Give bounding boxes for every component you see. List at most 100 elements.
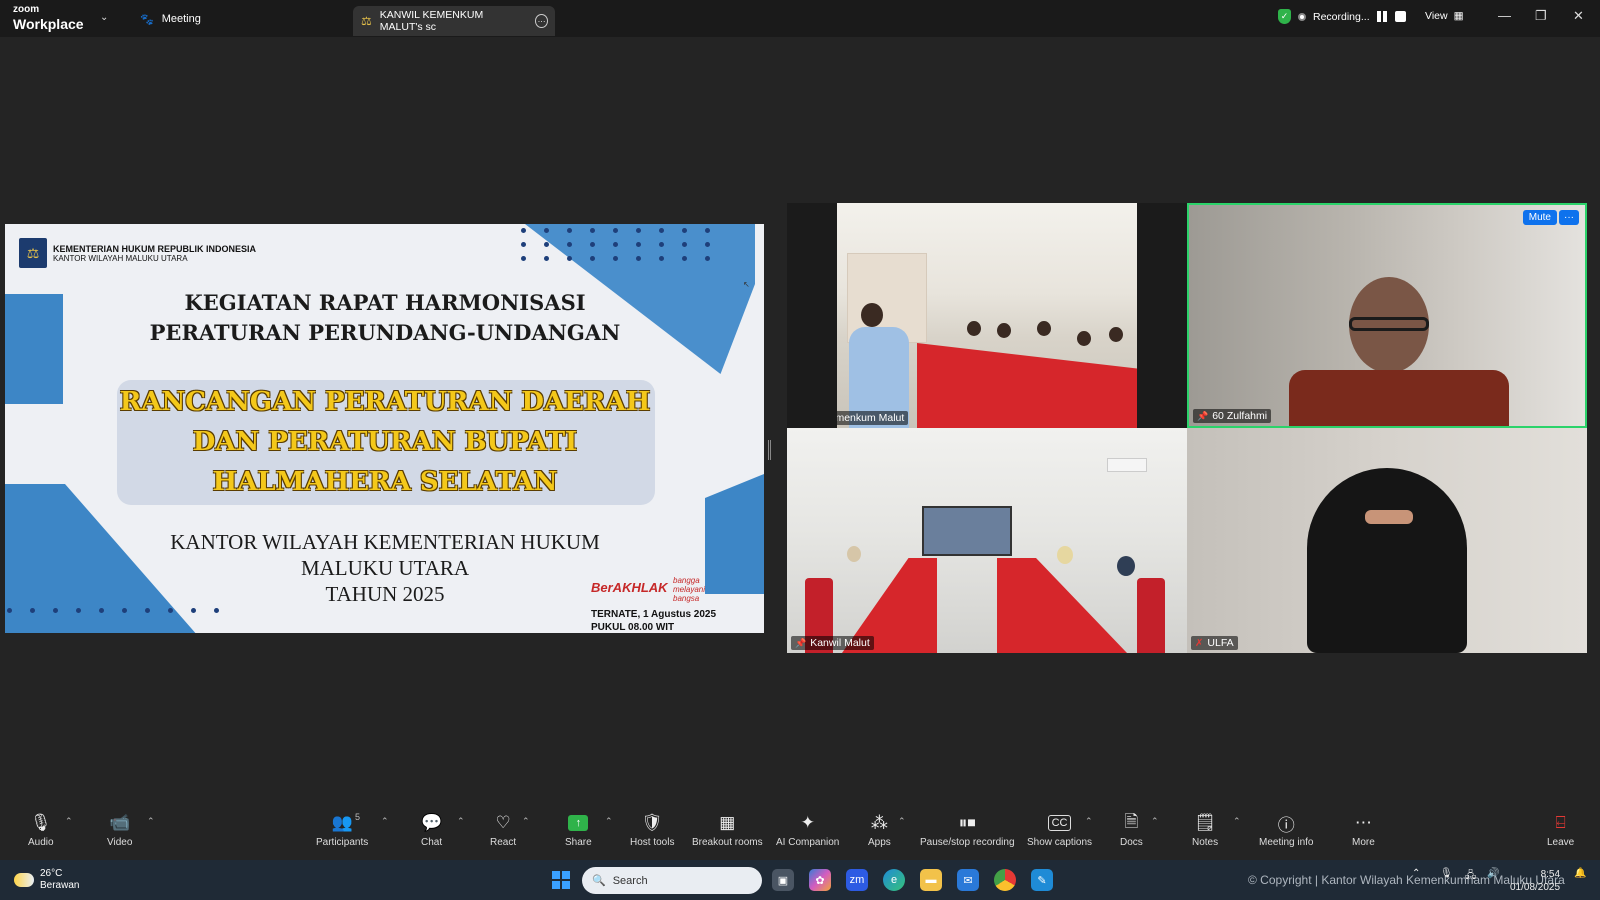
- security-shield-icon[interactable]: ✓: [1278, 9, 1291, 24]
- audio-options-chevron-icon[interactable]: ⌃: [65, 816, 73, 827]
- breakout-rooms-button[interactable]: ▦ Breakout rooms: [692, 812, 763, 848]
- windows-taskbar: 26°C Berawan 🔍 Search ▣ ✿ zm e ▬ ✉ ✎ © C…: [0, 860, 1600, 900]
- shared-screen[interactable]: ⚖ KEMENTERIAN HUKUM REPUBLIK INDONESIA K…: [5, 224, 764, 633]
- share-button[interactable]: ↑ Share: [565, 812, 592, 848]
- view-button[interactable]: View ▦: [1425, 10, 1464, 22]
- org-line2: KANTOR WILAYAH MALUKU UTARA: [53, 253, 188, 263]
- video-tile-kemenkum-malut[interactable]: ✗ 📌 Kemenkum Malut: [837, 203, 1137, 428]
- whiteboard-icon[interactable]: ✎: [1031, 869, 1053, 891]
- chrome-icon[interactable]: [994, 869, 1016, 891]
- tray-mic-icon[interactable]: 🎙: [1440, 868, 1453, 879]
- close-icon[interactable]: ✕: [1573, 8, 1584, 24]
- apps-label: Apps: [868, 837, 891, 848]
- taskbar-clock[interactable]: 8:54 01/08/2025: [1510, 868, 1560, 894]
- taskbar-search[interactable]: 🔍 Search: [582, 867, 762, 894]
- tab-meeting[interactable]: 🐾 Meeting: [140, 8, 201, 30]
- show-captions-button[interactable]: CC Show captions: [1027, 812, 1092, 848]
- kemenkum-logo-icon: ⚖: [361, 14, 372, 28]
- weather-cloud-icon: [14, 873, 34, 887]
- microphone-icon: 🎙: [29, 813, 52, 832]
- react-label: React: [490, 837, 517, 848]
- weather-widget[interactable]: 26°C Berawan: [14, 868, 79, 892]
- participants-icon: 👥: [331, 813, 353, 832]
- mute-button[interactable]: Mute: [1522, 210, 1557, 225]
- host-tools-button[interactable]: 🛡 Host tools: [630, 812, 674, 848]
- more-icon: ⋯: [1354, 813, 1372, 832]
- participant-name: Kemenkum Malut: [837, 412, 905, 424]
- tile-more-button[interactable]: ···: [1559, 210, 1579, 225]
- rancangan-line2: DAN PERATURAN BUPATI: [192, 427, 578, 457]
- participant-name: ULFA: [1207, 637, 1234, 649]
- meeting-info-button[interactable]: ⓘ Meeting info: [1259, 812, 1313, 849]
- participants-options-chevron-icon[interactable]: ⌃: [381, 816, 389, 827]
- resize-handle[interactable]: [768, 440, 771, 460]
- notes-button[interactable]: 🗒 Notes: [1192, 812, 1218, 848]
- network-icon[interactable]: 🖧: [1465, 868, 1476, 885]
- brand-top: zoom: [13, 4, 40, 15]
- kanwil-line3: TAHUN 2025: [325, 582, 445, 606]
- react-button[interactable]: ♡ React: [490, 812, 516, 848]
- ai-companion-label: AI Companion: [776, 837, 840, 848]
- chat-options-chevron-icon[interactable]: ⌃: [457, 816, 465, 827]
- breakout-rooms-icon: ▦: [719, 813, 736, 832]
- pause-stop-recording-button[interactable]: ⏸⏹ Pause/stop recording: [920, 812, 1015, 848]
- windows-start-icon[interactable]: [552, 871, 570, 889]
- chat-label: Chat: [421, 837, 443, 848]
- table-shape: [997, 558, 1127, 653]
- captions-icon: CC: [1047, 815, 1072, 831]
- tray-chevron-icon[interactable]: ⌃: [1412, 868, 1420, 879]
- participant-name: 60 Zulfahmi: [1212, 410, 1268, 422]
- tab-shared-screen-label: KANWIL KEMENKUM MALUT's sc: [379, 9, 484, 33]
- task-view-icon[interactable]: ▣: [772, 869, 794, 891]
- more-icon[interactable]: ···: [535, 14, 548, 28]
- video-tile-kanwil-malut[interactable]: 📌 Kanwil Malut: [787, 428, 1187, 653]
- zoom-workplace-logo[interactable]: zoom Workplace: [13, 4, 84, 32]
- mail-icon[interactable]: ✉: [957, 869, 979, 891]
- volume-icon[interactable]: 🔊: [1487, 868, 1499, 879]
- captions-options-chevron-icon[interactable]: ⌃: [1085, 816, 1093, 827]
- copilot-icon[interactable]: ✿: [809, 869, 831, 891]
- zoom-app-icon[interactable]: zm: [846, 869, 868, 891]
- rancangan-line3: HALMAHERA SELATAN: [212, 467, 558, 497]
- video-options-chevron-icon[interactable]: ⌃: [147, 816, 155, 827]
- notes-options-chevron-icon[interactable]: ⌃: [1233, 816, 1241, 827]
- docs-button[interactable]: 🗎 Docs: [1120, 812, 1143, 849]
- pause-icon[interactable]: [1376, 11, 1388, 22]
- slide-office: KANTOR WILAYAH KEMENTERIAN HUKUM MALUKU …: [115, 529, 655, 607]
- docs-options-chevron-icon[interactable]: ⌃: [1151, 816, 1159, 827]
- restore-icon[interactable]: ❐: [1535, 8, 1547, 24]
- video-button[interactable]: 📹 Video: [107, 812, 132, 848]
- view-label: View: [1425, 10, 1448, 22]
- apps-button[interactable]: ⁂ Apps: [868, 812, 891, 848]
- slide-date: TERNATE, 1 Agustus 2025 PUKUL 08.00 WIT: [591, 608, 716, 633]
- participants-button[interactable]: 👥 Participants: [316, 812, 368, 848]
- chat-icon: 💬: [421, 813, 443, 832]
- video-tile-zulfahmi[interactable]: Mute ··· 📌 60 Zulfahmi: [1187, 203, 1587, 428]
- pukul-time: PUKUL 08.00 WIT: [591, 622, 675, 633]
- share-options-chevron-icon[interactable]: ⌃: [605, 816, 613, 827]
- react-options-chevron-icon[interactable]: ⌃: [522, 816, 530, 827]
- edge-icon[interactable]: e: [883, 869, 905, 891]
- notification-bell-icon[interactable]: 🔔: [1574, 868, 1586, 879]
- more-button[interactable]: ⋯ More: [1352, 812, 1375, 848]
- minimize-icon[interactable]: —: [1498, 8, 1511, 23]
- pause-stop-icon: ⏸⏹: [958, 813, 976, 832]
- audio-button[interactable]: 🎙 Audio: [28, 812, 54, 848]
- notes-label: Notes: [1192, 837, 1219, 848]
- file-explorer-icon[interactable]: ▬: [920, 869, 942, 891]
- weather-label: Berawan: [40, 880, 80, 891]
- chevron-down-icon[interactable]: ⌄: [100, 12, 108, 23]
- docs-label: Docs: [1120, 837, 1143, 848]
- participants-label: Participants: [316, 837, 369, 848]
- video-tile-ulfa[interactable]: ✗ ULFA: [1187, 428, 1587, 653]
- slide-title: KEGIATAN RAPAT HARMONISASI PERATURAN PER…: [65, 288, 705, 348]
- org-line1: KEMENTERIAN HUKUM REPUBLIK INDONESIA: [53, 243, 257, 254]
- leave-button[interactable]: ⍇ Leave: [1547, 812, 1574, 848]
- host-tools-label: Host tools: [630, 837, 675, 848]
- stop-icon[interactable]: [1394, 11, 1406, 22]
- ai-companion-button[interactable]: ✦ AI Companion: [776, 812, 839, 848]
- apps-options-chevron-icon[interactable]: ⌃: [898, 816, 906, 827]
- chat-button[interactable]: 💬 Chat: [421, 812, 442, 848]
- person-shape: [1307, 468, 1467, 653]
- tab-shared-screen[interactable]: ⚖ KANWIL KEMENKUM MALUT's sc ···: [353, 6, 555, 36]
